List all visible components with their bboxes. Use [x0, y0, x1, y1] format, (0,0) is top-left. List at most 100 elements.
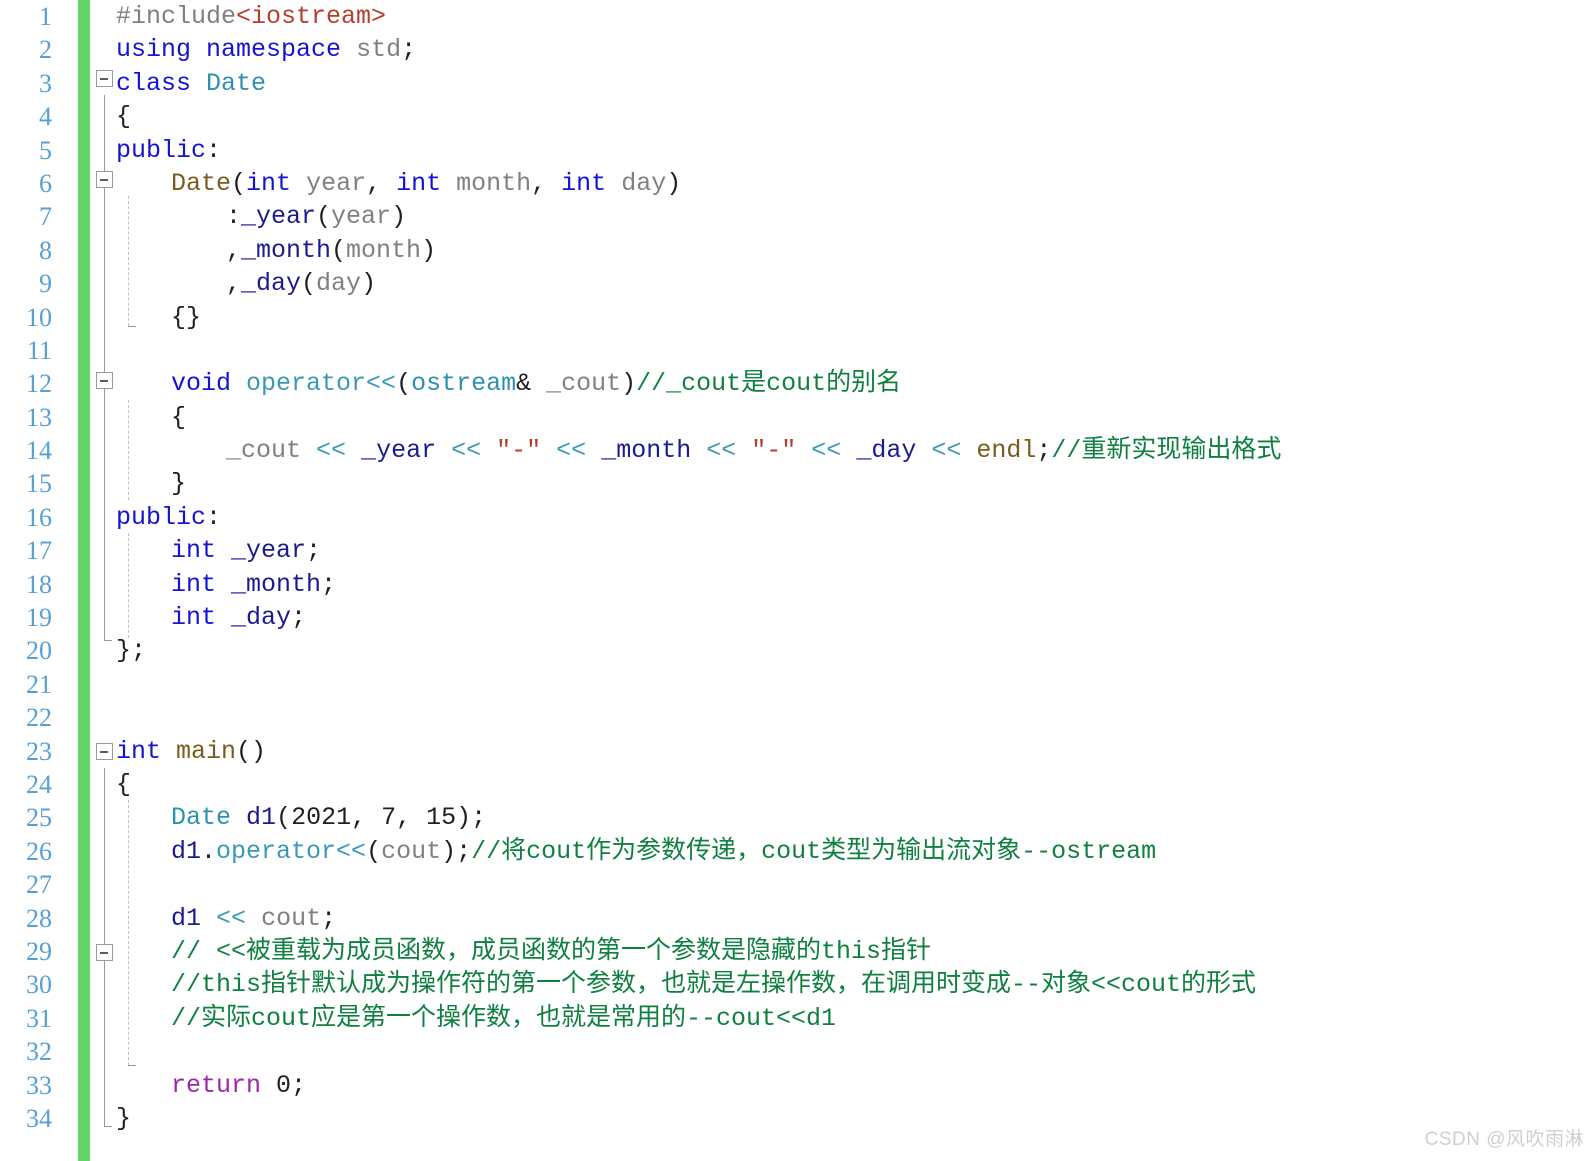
code-line[interactable]: 4{: [0, 100, 1596, 133]
code-text[interactable]: :_year(year): [226, 200, 406, 233]
code-text[interactable]: using namespace std;: [116, 33, 416, 66]
end-tick-class: [104, 640, 112, 641]
code-text[interactable]: int _month;: [171, 568, 336, 601]
token-punct: ): [666, 168, 682, 198]
code-text[interactable]: return 0;: [171, 1069, 306, 1102]
line-number: 3: [39, 68, 52, 98]
code-line[interactable]: 19 int _day;: [0, 601, 1596, 634]
token-kw: int: [246, 168, 292, 198]
end-tick-comment: [128, 1065, 136, 1066]
code-text[interactable]: int main(): [116, 735, 266, 768]
code-text[interactable]: public:: [116, 134, 221, 167]
code-line[interactable]: 27: [0, 868, 1596, 901]
code-text[interactable]: d1.operator<<(cout);//将cout作为参数传递，cout类型…: [171, 835, 1156, 868]
code-text[interactable]: Date d1(2021, 7, 15);: [171, 801, 486, 834]
code-line[interactable]: 20};: [0, 634, 1596, 667]
token-ident: year: [306, 168, 367, 198]
token-punct: ;: [1036, 436, 1052, 466]
fold-ctor-date[interactable]: [96, 171, 113, 188]
code-line[interactable]: 13 {: [0, 401, 1596, 434]
token-punct: ,: [226, 269, 242, 299]
code-editor[interactable]: 1 #include<iostream> 2 using namespace std;…: [0, 0, 1596, 1161]
code-line[interactable]: 14 _cout << _year << "-" << _month << "-"…: [0, 434, 1596, 467]
code-text[interactable]: int _day;: [171, 601, 306, 634]
line-number: 26: [26, 836, 52, 866]
code-line[interactable]: 34}: [0, 1102, 1596, 1135]
ctor-body-guide: [128, 196, 129, 326]
code-text[interactable]: }: [171, 467, 186, 500]
code-text[interactable]: d1 << cout;: [171, 902, 336, 935]
code-line[interactable]: 6 Date(int year, int month, int day): [0, 167, 1596, 200]
fold-operator-shl[interactable]: [96, 372, 113, 389]
code-line[interactable]: 29 // <<被重载为成员函数，成员函数的第一个参数是隐藏的this指针: [0, 935, 1596, 968]
code-line[interactable]: 33 return 0;: [0, 1069, 1596, 1102]
code-line[interactable]: 15}: [0, 467, 1596, 500]
code-line[interactable]: 21: [0, 668, 1596, 701]
token-punct: (: [396, 369, 412, 399]
code-text[interactable]: };: [116, 634, 146, 667]
code-line[interactable]: 7:_year(year): [0, 200, 1596, 233]
code-text[interactable]: int _year;: [171, 534, 321, 567]
code-line[interactable]: 32: [0, 1035, 1596, 1068]
token-ident: day: [621, 168, 667, 198]
token-punct: ,: [531, 168, 562, 198]
line-number: 33: [26, 1070, 52, 1100]
code-line[interactable]: 9 ,_day(day): [0, 267, 1596, 300]
code-line[interactable]: 22: [0, 701, 1596, 734]
operator-body-guide: [128, 400, 129, 500]
code-text[interactable]: #include<iostream>: [116, 0, 386, 33]
fold-class-date[interactable]: [96, 70, 113, 87]
token-punct: ;: [306, 536, 322, 566]
code-text[interactable]: class Date: [116, 67, 266, 100]
code-text[interactable]: //实际cout应是第一个操作数，也就是常用的--cout<<d1: [171, 1002, 836, 1035]
code-line[interactable]: 24 {: [0, 768, 1596, 801]
code-text[interactable]: _cout << _year << "-" << _month << "-" <…: [226, 434, 1281, 467]
code-text[interactable]: Date(int year, int month, int day): [171, 167, 681, 200]
token-op: <<: [316, 436, 347, 466]
code-line[interactable]: 5 public:: [0, 134, 1596, 167]
line-number: 28: [26, 903, 52, 933]
token-comment: //实际cout应是第一个操作数，也就是常用的--cout<<d1: [171, 1003, 837, 1033]
code-line[interactable]: 28 d1 << cout;: [0, 902, 1596, 935]
code-line[interactable]: 8 ,_month(month): [0, 234, 1596, 267]
fold-comment-block[interactable]: [96, 944, 113, 961]
code-line[interactable]: 23 int main(): [0, 735, 1596, 768]
code-line[interactable]: 30 //this指针默认成为操作符的第一个参数，也就是左操作数，在调用时变成--…: [0, 968, 1596, 1001]
code-line[interactable]: 10 {}: [0, 301, 1596, 334]
code-line[interactable]: 12 void operator<<(ostream& _cout)//_cout…: [0, 367, 1596, 400]
token-kw: class: [116, 68, 192, 98]
code-line[interactable]: 1 #include<iostream>: [0, 0, 1596, 33]
code-text[interactable]: // <<被重载为成员函数，成员函数的第一个参数是隐藏的this指针: [171, 935, 931, 968]
code-text[interactable]: ,_day(day): [226, 267, 376, 300]
code-text[interactable]: {: [116, 768, 131, 801]
code-text[interactable]: ,_month(month): [226, 234, 436, 267]
code-line[interactable]: 18 int _month;: [0, 568, 1596, 601]
code-line[interactable]: 3 class Date: [0, 67, 1596, 100]
code-line[interactable]: 2 using namespace std;: [0, 33, 1596, 66]
code-text[interactable]: {: [116, 100, 131, 133]
code-line[interactable]: 16 public:: [0, 501, 1596, 534]
code-text[interactable]: }: [116, 1102, 131, 1135]
code-line[interactable]: 25 Date d1(2021, 7, 15);: [0, 801, 1596, 834]
fold-int-main[interactable]: [96, 743, 113, 760]
token-var: _day: [241, 269, 302, 299]
token-kw: using namespace: [116, 35, 342, 65]
token-kw: void: [171, 369, 232, 399]
code-text[interactable]: {: [171, 401, 186, 434]
token-punct: {}: [171, 302, 202, 332]
line-number: 25: [26, 803, 52, 833]
token-ident: _cout: [546, 369, 622, 399]
code-line[interactable]: 31 //实际cout应是第一个操作数，也就是常用的--cout<<d1: [0, 1002, 1596, 1035]
token-punct: ;: [321, 569, 337, 599]
code-text[interactable]: //this指针默认成为操作符的第一个参数，也就是左操作数，在调用时变成--对象…: [171, 968, 1256, 1001]
code-text[interactable]: public:: [116, 501, 221, 534]
code-text[interactable]: void operator<<(ostream& _cout)//_cout是c…: [171, 367, 901, 400]
code-line[interactable]: 17 int _year;: [0, 534, 1596, 567]
code-line[interactable]: 11: [0, 334, 1596, 367]
code-line[interactable]: 26 d1.operator<<(cout);//将cout作为参数传递，cout…: [0, 835, 1596, 868]
code-text[interactable]: {}: [171, 301, 201, 334]
